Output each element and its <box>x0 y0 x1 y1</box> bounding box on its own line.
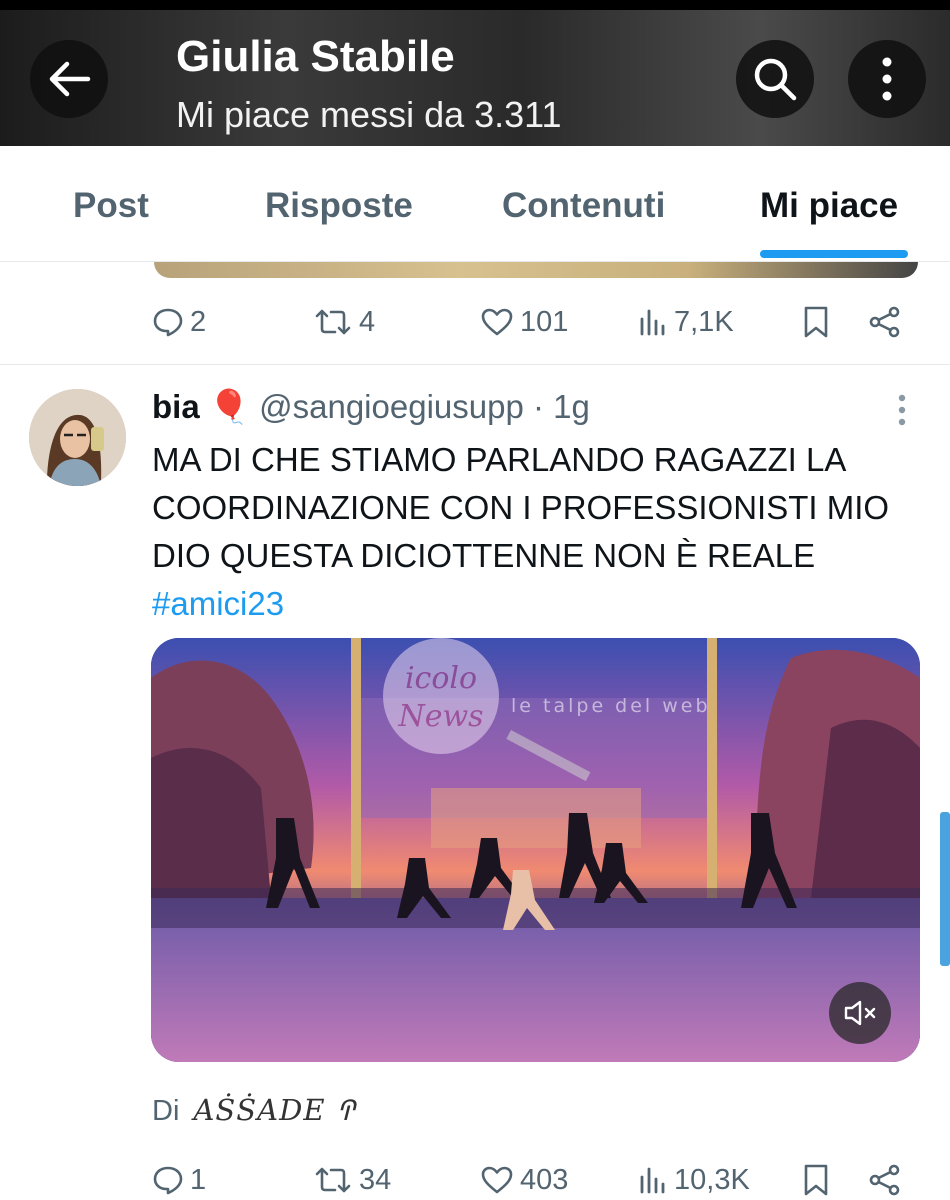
more-vertical-icon <box>882 57 892 101</box>
views-button[interactable]: 10,3K <box>638 1150 750 1200</box>
like-button[interactable]: 101 <box>480 292 568 352</box>
reply-button[interactable]: 1 <box>152 1150 206 1200</box>
views-chart-icon <box>640 309 665 336</box>
tweet-actions: 1 34 403 10,3K <box>0 1150 950 1200</box>
like-button[interactable]: 403 <box>480 1150 568 1200</box>
share-icon <box>869 306 900 338</box>
tab-contenuti[interactable]: Contenuti <box>502 186 665 226</box>
video-credit: Di AṠṠADE ꛈ <box>152 1090 356 1129</box>
tweet-more-button[interactable] <box>890 392 914 428</box>
tab-post[interactable]: Post <box>73 186 149 226</box>
repost-button[interactable]: 34 <box>313 1150 391 1200</box>
hashtag-link[interactable]: #amici23 <box>152 580 932 628</box>
svg-text:le talpe del web: le talpe del web <box>511 695 711 717</box>
reply-count: 1 <box>190 1163 207 1196</box>
like-count: 403 <box>520 1163 569 1196</box>
bookmark-button[interactable] <box>802 1150 830 1200</box>
bookmark-button[interactable] <box>802 292 830 352</box>
search-button[interactable] <box>736 40 814 118</box>
active-tab-indicator <box>760 250 908 258</box>
views-count: 10,3K <box>674 1163 750 1196</box>
speaker-muted-icon <box>844 1000 876 1026</box>
back-button[interactable] <box>30 40 108 118</box>
repost-count: 34 <box>359 1163 392 1196</box>
tweet-body: MA DI CHE STIAMO PARLANDO RAGAZZI LA COO… <box>152 436 932 628</box>
search-icon <box>754 58 797 101</box>
share-button[interactable] <box>868 292 902 352</box>
credit-prefix: Di <box>152 1095 180 1127</box>
tweet-text: MA DI CHE STIAMO PARLANDO RAGAZZI LA COO… <box>152 441 890 574</box>
profile-header: Giulia Stabile Mi piace messi da 3.311 <box>0 0 950 146</box>
reply-count: 2 <box>190 305 207 338</box>
repost-icon <box>315 1167 351 1193</box>
share-icon <box>869 1164 900 1196</box>
reply-icon <box>153 308 183 337</box>
tweet-divider <box>0 364 950 365</box>
bookmark-icon <box>804 1164 828 1196</box>
tweet-header: bia 🎈 @sangioegiusupp · 1g <box>152 388 590 427</box>
share-button[interactable] <box>868 1150 902 1200</box>
video-frame: icolo News le talpe del web <box>151 638 920 1062</box>
reply-button[interactable]: 2 <box>152 292 206 352</box>
more-options-button[interactable] <box>848 40 926 118</box>
likes-count-subtitle: Mi piace messi da 3.311 <box>176 94 562 135</box>
svg-text:icolo: icolo <box>405 661 477 696</box>
author-name[interactable]: bia <box>152 388 200 425</box>
avatar[interactable] <box>29 389 126 486</box>
author-handle[interactable]: @sangioegiusupp <box>259 388 524 425</box>
profile-tabs: Post Risposte Contenuti Mi piace <box>0 146 950 262</box>
scrollbar[interactable] <box>940 812 950 966</box>
views-count: 7,1K <box>674 305 734 338</box>
heart-icon <box>481 1166 513 1194</box>
tab-mi-piace[interactable]: Mi piace <box>760 186 898 226</box>
like-count: 101 <box>520 305 569 338</box>
profile-name: Giulia Stabile <box>176 32 455 81</box>
balloon-emoji: 🎈 <box>208 388 250 425</box>
mute-button[interactable] <box>829 982 891 1044</box>
tab-risposte[interactable]: Risposte <box>265 186 413 226</box>
reply-icon <box>153 1166 183 1195</box>
views-button[interactable]: 7,1K <box>638 292 734 352</box>
bookmark-icon <box>804 306 828 338</box>
svg-text:News: News <box>397 699 483 734</box>
repost-button[interactable]: 4 <box>313 292 375 352</box>
tweet-time: · 1g <box>533 388 590 425</box>
previous-tweet-media[interactable] <box>154 262 918 278</box>
credit-signature[interactable]: AṠṠADE ꛈ <box>193 1093 356 1127</box>
repost-icon <box>315 309 351 335</box>
tweet-video[interactable]: icolo News le talpe del web <box>151 638 920 1062</box>
previous-tweet-actions: 2 4 101 7,1K <box>0 292 950 352</box>
avatar-photo-icon <box>29 389 126 486</box>
heart-icon <box>481 308 513 336</box>
views-chart-icon <box>640 1167 665 1194</box>
repost-count: 4 <box>359 305 376 338</box>
more-vertical-icon <box>898 394 906 426</box>
arrow-left-icon <box>49 61 91 97</box>
